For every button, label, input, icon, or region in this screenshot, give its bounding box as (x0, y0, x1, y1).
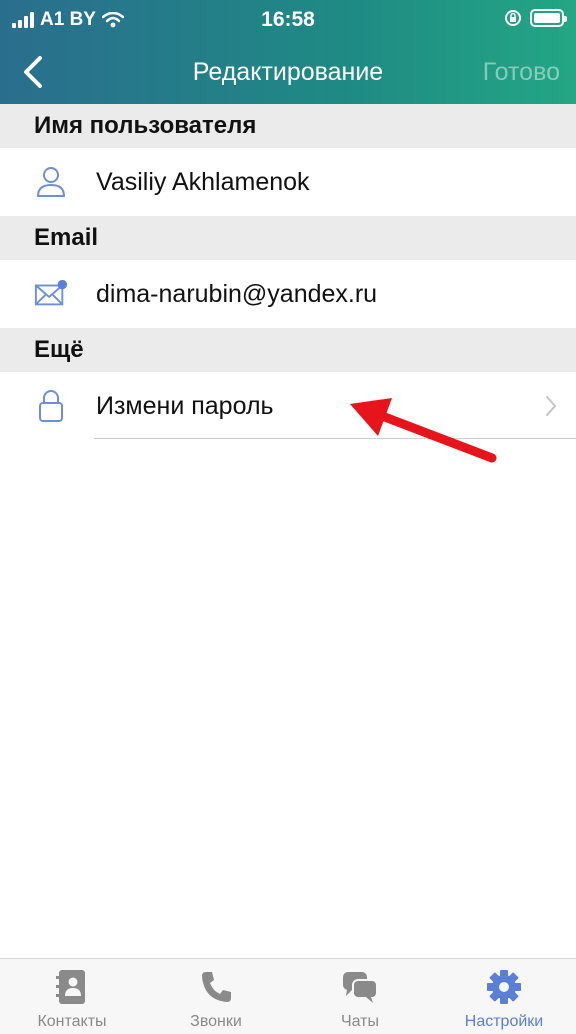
change-password-row[interactable]: Измени пароль (0, 372, 576, 440)
chevron-right-icon (546, 396, 557, 416)
phone-icon (202, 972, 231, 1002)
tab-calls[interactable]: Звонки (144, 959, 288, 1034)
username-row[interactable]: Vasiliy Akhlamenok (0, 148, 576, 216)
section-header-username: Имя пользователя (0, 104, 576, 148)
email-value: dima-narubin@yandex.ru (96, 279, 378, 308)
chat-bubbles-icon (343, 972, 378, 1003)
tab-contacts-label: Контакты (37, 1013, 107, 1030)
tab-settings-label: Настройки (464, 1013, 544, 1030)
section-header-email: Email (0, 216, 576, 260)
tab-chats-label: Чаты (340, 1013, 380, 1030)
lock-icon (39, 390, 63, 422)
nav-bar: Редактирование Готово (0, 40, 576, 104)
status-indicators (504, 9, 567, 27)
gear-icon (487, 970, 521, 1004)
section-header-more: Ещё (0, 328, 576, 372)
status-time: 16:58 (261, 8, 315, 31)
tab-settings[interactable]: Настройки (432, 959, 576, 1034)
tab-calls-label: Звонки (190, 1013, 242, 1030)
status-bar: A1 BY 16:58 (0, 0, 576, 40)
user-icon (37, 167, 65, 197)
tab-chats[interactable]: Чаты (288, 959, 432, 1034)
mail-icon (34, 279, 68, 306)
row-divider (94, 438, 576, 439)
done-button[interactable]: Готово (483, 58, 560, 87)
change-password-label: Измени пароль (96, 391, 274, 420)
battery-icon (530, 9, 567, 27)
email-row[interactable]: dima-narubin@yandex.ru (0, 260, 576, 328)
contacts-book-icon (56, 970, 85, 1004)
rotation-lock-icon (505, 10, 521, 26)
app-header: A1 BY 16:58 Редактирование Готово (0, 0, 576, 104)
tab-bar: Контакты Звонки Чаты Настройки (0, 958, 576, 1034)
tab-contacts[interactable]: Контакты (0, 959, 144, 1034)
username-value: Vasiliy Akhlamenok (96, 167, 310, 196)
